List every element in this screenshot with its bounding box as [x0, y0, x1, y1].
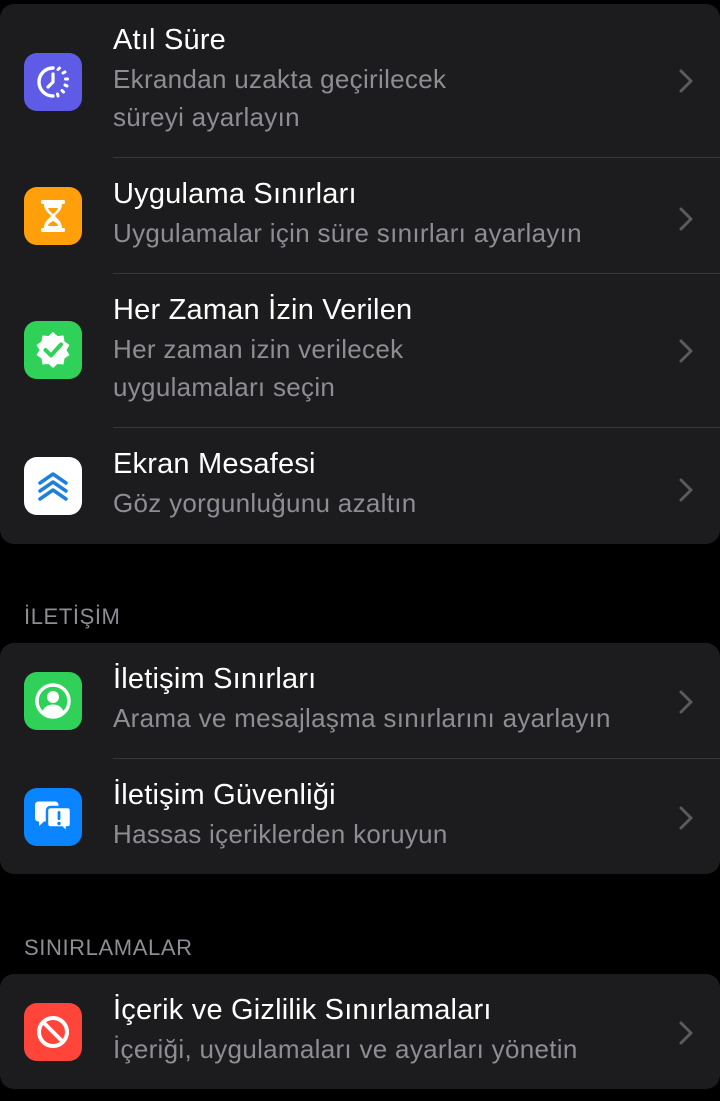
row-communication-limits[interactable]: İletişim Sınırları Arama ve mesajlaşma s…: [0, 643, 720, 758]
row-subtitle: Hassas içeriklerden koruyun: [113, 819, 448, 849]
row-communication-safety[interactable]: İletişim Güvenliği Hassas içeriklerden k…: [0, 759, 720, 874]
row-title: Ekran Mesafesi: [113, 448, 316, 480]
prohibited-icon: [24, 1003, 82, 1061]
section-header-restrictions: SINIRLAMALAR: [24, 935, 193, 960]
row-title: İletişim Sınırları: [113, 663, 317, 695]
checkmark-seal-icon: [24, 321, 82, 379]
chevron-right-icon: [679, 69, 693, 93]
chevron-right-icon: [679, 478, 693, 502]
downtime-icon: [24, 53, 82, 111]
row-content-privacy-restrictions[interactable]: İçerik ve Gizlilik Sınırlamaları İçeriği…: [0, 974, 720, 1089]
row-subtitle: Arama ve mesajlaşma sınırlarını ayarlayı…: [113, 703, 611, 733]
row-always-allowed-text: Her Zaman İzin Verilen Her zaman izin ve…: [113, 292, 650, 406]
communication-group: İletişim Sınırları Arama ve mesajlaşma s…: [0, 643, 720, 874]
row-communication-limits-text: İletişim Sınırları Arama ve mesajlaşma s…: [113, 661, 650, 737]
chevron-right-icon: [679, 806, 693, 830]
chevron-right-icon: [679, 339, 693, 363]
row-screen-distance-text: Ekran Mesafesi Göz yorgunluğunu azaltın: [113, 446, 650, 522]
row-title: Her Zaman İzin Verilen: [113, 294, 413, 326]
hourglass-icon: [24, 187, 82, 245]
section-header-communication: İLETİŞİM: [24, 604, 121, 629]
row-downtime[interactable]: Atıl Süre Ekrandan uzakta geçirilecek sü…: [0, 4, 720, 157]
row-screen-distance[interactable]: Ekran Mesafesi Göz yorgunluğunu azaltın: [0, 428, 720, 544]
row-communication-safety-text: İletişim Güvenliği Hassas içeriklerden k…: [113, 777, 650, 853]
row-title: İçerik ve Gizlilik Sınırlamaları: [113, 994, 492, 1026]
screen-time-group: Atıl Süre Ekrandan uzakta geçirilecek sü…: [0, 4, 720, 544]
row-title: İletişim Güvenliği: [113, 779, 336, 811]
row-title: Atıl Süre: [113, 24, 227, 56]
row-subtitle: Ekrandan uzakta geçirilecek süreyi ayarl…: [113, 64, 447, 132]
row-subtitle: İçeriği, uygulamaları ve ayarları yöneti…: [113, 1034, 578, 1064]
chevron-right-icon: [679, 207, 693, 231]
row-app-limits[interactable]: Uygulama Sınırları Uygulamalar için süre…: [0, 158, 720, 273]
row-subtitle: Her zaman izin verilecek uygulamaları se…: [113, 334, 404, 402]
row-downtime-text: Atıl Süre Ekrandan uzakta geçirilecek sü…: [113, 22, 650, 136]
row-title: Uygulama Sınırları: [113, 178, 357, 210]
restrictions-group: İçerik ve Gizlilik Sınırlamaları İçeriği…: [0, 974, 720, 1089]
row-always-allowed[interactable]: Her Zaman İzin Verilen Her zaman izin ve…: [0, 274, 720, 427]
row-subtitle: Uygulamalar için süre sınırları ayarlayı…: [113, 218, 582, 248]
chevrons-up-icon: [24, 457, 82, 515]
row-app-limits-text: Uygulama Sınırları Uygulamalar için süre…: [113, 176, 650, 252]
chevron-right-icon: [679, 690, 693, 714]
row-subtitle: Göz yorgunluğunu azaltın: [113, 488, 417, 518]
row-content-privacy-restrictions-text: İçerik ve Gizlilik Sınırlamaları İçeriği…: [113, 992, 650, 1068]
chevron-right-icon: [679, 1021, 693, 1045]
message-alert-icon: [24, 788, 82, 846]
person-circle-icon: [24, 672, 82, 730]
